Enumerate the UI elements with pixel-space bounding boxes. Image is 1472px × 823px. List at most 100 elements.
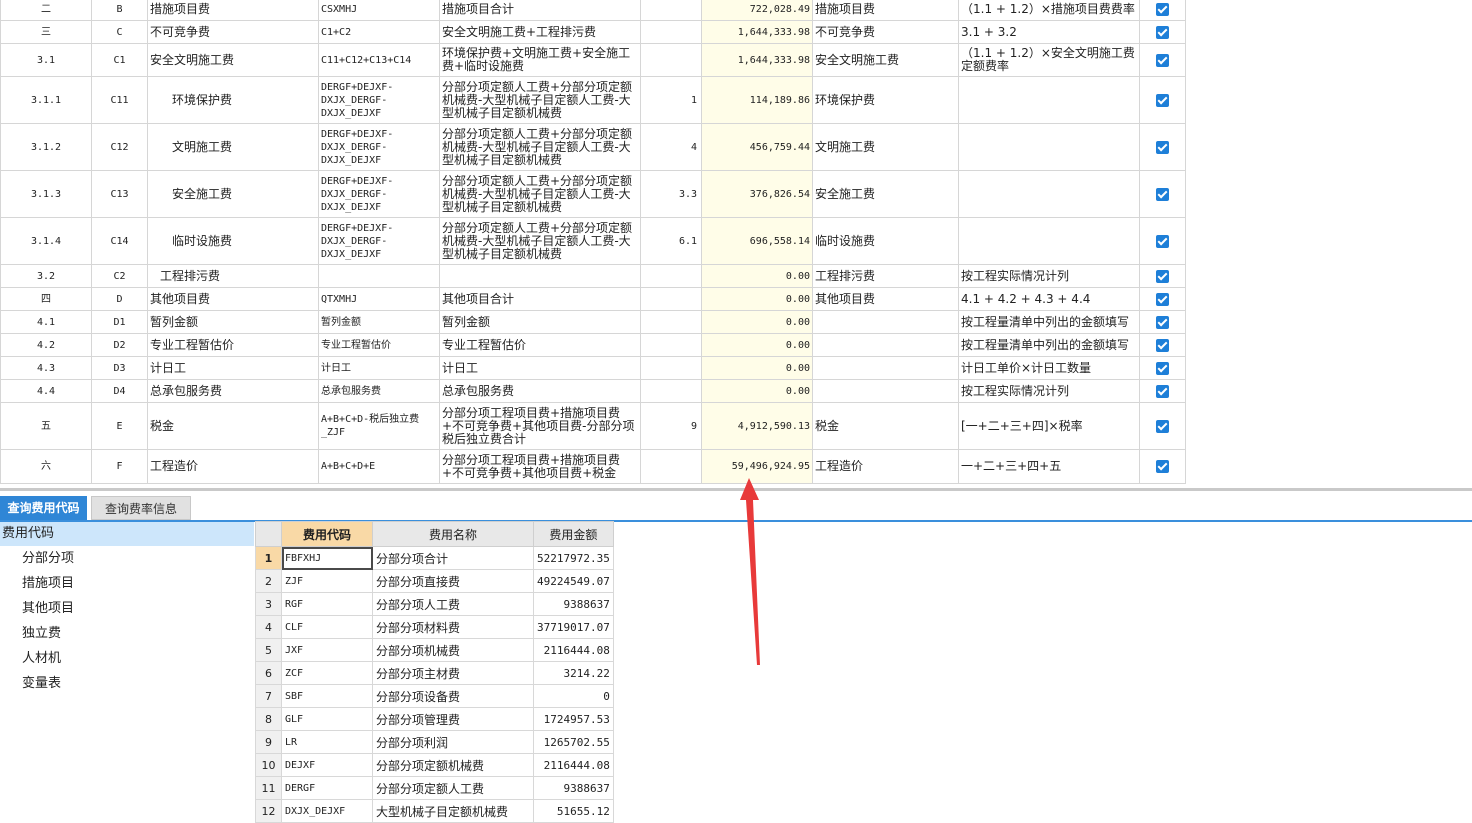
code-cell[interactable]: C12 (91, 123, 148, 171)
name-cell[interactable]: 工程造价 (147, 449, 319, 484)
remark-cell[interactable]: 按工程量清单中列出的金额填写 (958, 333, 1140, 357)
fee-code-cell[interactable]: SBF (281, 684, 373, 708)
amount-cell[interactable]: 114,189.86 (701, 76, 813, 124)
seq-cell[interactable]: 3.2 (0, 264, 92, 288)
fee-name-cell[interactable]: 分部分项机械费 (372, 638, 534, 662)
base-desc-cell[interactable]: 分部分项定额人工费+分部分项定额机械费-大型机械子目定额人工费-大型机械子目定额… (439, 76, 641, 124)
base-cell[interactable]: 专业工程暂估价 (318, 333, 440, 357)
base-desc-cell[interactable]: 总承包服务费 (439, 379, 641, 403)
fee-amount-cell[interactable]: 2116444.08 (533, 753, 614, 777)
fee-amount-cell[interactable]: 9388637 (533, 592, 614, 616)
fee-amount-cell[interactable]: 9388637 (533, 776, 614, 800)
rate-cell[interactable]: 3.3 (640, 170, 702, 218)
base-desc-cell[interactable]: 分部分项定额人工费+分部分项定额机械费-大型机械子目定额人工费-大型机械子目定额… (439, 123, 641, 171)
fee-type-cell[interactable]: 工程造价 (812, 449, 959, 484)
output-checkbox-cell[interactable] (1139, 333, 1186, 357)
fee-type-cell[interactable]: 不可竞争费 (812, 20, 959, 44)
checkbox-checked-icon[interactable] (1156, 187, 1169, 201)
base-cell[interactable]: DERGF+DEJXF-DXJX_DERGF-DXJX_DEJXF (318, 170, 440, 218)
tab-query-rate-info[interactable]: 查询费率信息 (91, 496, 191, 520)
fee-type-cell[interactable]: 环境保护费 (812, 76, 959, 124)
output-checkbox-cell[interactable] (1139, 76, 1186, 124)
row-number[interactable]: 12 (255, 799, 282, 823)
output-checkbox-cell[interactable] (1139, 287, 1186, 311)
amount-cell[interactable]: 456,759.44 (701, 123, 813, 171)
fee-name-cell[interactable]: 分部分项主材费 (372, 661, 534, 685)
code-table-row[interactable]: 10 DEJXF 分部分项定额机械费 2116444.08 (255, 753, 614, 777)
output-checkbox-cell[interactable] (1139, 20, 1186, 44)
seq-cell[interactable]: 3.1 (0, 43, 92, 77)
base-desc-cell[interactable]: 分部分项工程项目费+措施项目费+不可竞争费+其他项目费-分部分项税后独立费合计 (439, 402, 641, 450)
output-checkbox-cell[interactable] (1139, 402, 1186, 450)
fee-row[interactable]: 六 F 工程造价 A+B+C+D+E 分部分项工程项目费+措施项目费+不可竞争费+其他项… (0, 449, 1186, 484)
row-number[interactable]: 10 (255, 753, 282, 777)
fee-amount-cell[interactable]: 3214.22 (533, 661, 614, 685)
pane-splitter[interactable] (0, 488, 1472, 491)
remark-cell[interactable]: （1.1 + 1.2）×措施项目费费率 (958, 0, 1140, 21)
base-desc-cell[interactable]: 分部分项定额人工费+分部分项定额机械费-大型机械子目定额人工费-大型机械子目定额… (439, 217, 641, 265)
name-cell[interactable]: 工程排污费 (147, 264, 319, 288)
row-number[interactable]: 3 (255, 592, 282, 616)
base-cell[interactable]: C1+C2 (318, 20, 440, 44)
seq-cell[interactable]: 4.4 (0, 379, 92, 403)
fee-name-cell[interactable]: 大型机械子目定额机械费 (372, 799, 534, 823)
header-fee-code[interactable]: 费用代码 (281, 521, 373, 547)
rate-cell[interactable] (640, 449, 702, 484)
amount-cell[interactable]: 376,826.54 (701, 170, 813, 218)
base-cell[interactable] (318, 264, 440, 288)
rate-cell[interactable] (640, 20, 702, 44)
output-checkbox-cell[interactable] (1139, 217, 1186, 265)
fee-code-cell[interactable]: GLF (281, 707, 373, 731)
fee-type-cell[interactable] (812, 310, 959, 334)
code-cell[interactable]: C2 (91, 264, 148, 288)
code-cell[interactable]: D3 (91, 356, 148, 380)
remark-cell[interactable]: 一+二+三+四+五 (958, 449, 1140, 484)
seq-cell[interactable]: 3.1.2 (0, 123, 92, 171)
remark-cell[interactable]: 计日工单价×计日工数量 (958, 356, 1140, 380)
row-number[interactable]: 11 (255, 776, 282, 800)
fee-code-cell[interactable]: LR (281, 730, 373, 754)
fee-type-cell[interactable]: 工程排污费 (812, 264, 959, 288)
rate-cell[interactable]: 1 (640, 76, 702, 124)
name-cell[interactable]: 税金 (147, 402, 319, 450)
fee-row[interactable]: 4.4 D4 总承包服务费 总承包服务费 总承包服务费 0.00 按工程实际情况计列 (0, 379, 1186, 403)
checkbox-checked-icon[interactable] (1156, 338, 1169, 352)
base-desc-cell[interactable]: 分部分项定额人工费+分部分项定额机械费-大型机械子目定额人工费-大型机械子目定额… (439, 170, 641, 218)
fee-type-cell[interactable] (812, 379, 959, 403)
fee-name-cell[interactable]: 分部分项定额人工费 (372, 776, 534, 800)
name-cell[interactable]: 安全施工费 (147, 170, 319, 218)
code-cell[interactable]: B (91, 0, 148, 21)
remark-cell[interactable]: 3.1 + 3.2 (958, 20, 1140, 44)
remark-cell[interactable] (958, 217, 1140, 265)
name-cell[interactable]: 措施项目费 (147, 0, 319, 21)
name-cell[interactable]: 总承包服务费 (147, 379, 319, 403)
amount-cell[interactable]: 1,644,333.98 (701, 20, 813, 44)
fee-type-cell[interactable]: 安全施工费 (812, 170, 959, 218)
rate-cell[interactable] (640, 310, 702, 334)
base-cell[interactable]: DERGF+DEJXF-DXJX_DERGF-DXJX_DEJXF (318, 76, 440, 124)
rate-cell[interactable]: 4 (640, 123, 702, 171)
base-desc-cell[interactable]: 安全文明施工费+工程排污费 (439, 20, 641, 44)
fee-type-cell[interactable] (812, 356, 959, 380)
fee-type-cell[interactable]: 临时设施费 (812, 217, 959, 265)
name-cell[interactable]: 暂列金额 (147, 310, 319, 334)
remark-cell[interactable] (958, 123, 1140, 171)
tree-root-fee-code[interactable]: 费用代码 (0, 522, 254, 546)
code-table-row[interactable]: 1 FBFXHJ 分部分项合计 52217972.35 (255, 546, 614, 570)
row-number[interactable]: 9 (255, 730, 282, 754)
base-cell[interactable]: DERGF+DEJXF-DXJX_DERGF-DXJX_DEJXF (318, 123, 440, 171)
fee-row[interactable]: 3.1.2 C12 文明施工费 DERGF+DEJXF-DXJX_DERGF-DXJX… (0, 123, 1186, 171)
code-cell[interactable]: C1 (91, 43, 148, 77)
output-checkbox-cell[interactable] (1139, 264, 1186, 288)
row-number[interactable]: 8 (255, 707, 282, 731)
base-cell[interactable]: A+B+C+D+E (318, 449, 440, 484)
fee-amount-cell[interactable]: 51655.12 (533, 799, 614, 823)
code-cell[interactable]: D2 (91, 333, 148, 357)
code-table-row[interactable]: 7 SBF 分部分项设备费 0 (255, 684, 614, 708)
fee-amount-cell[interactable]: 1724957.53 (533, 707, 614, 731)
remark-cell[interactable]: [一+二+三+四]×税率 (958, 402, 1140, 450)
code-cell[interactable]: C (91, 20, 148, 44)
name-cell[interactable]: 专业工程暂估价 (147, 333, 319, 357)
code-table-row[interactable]: 12 DXJX_DEJXF 大型机械子目定额机械费 51655.12 (255, 799, 614, 823)
fee-amount-cell[interactable]: 52217972.35 (533, 546, 614, 570)
